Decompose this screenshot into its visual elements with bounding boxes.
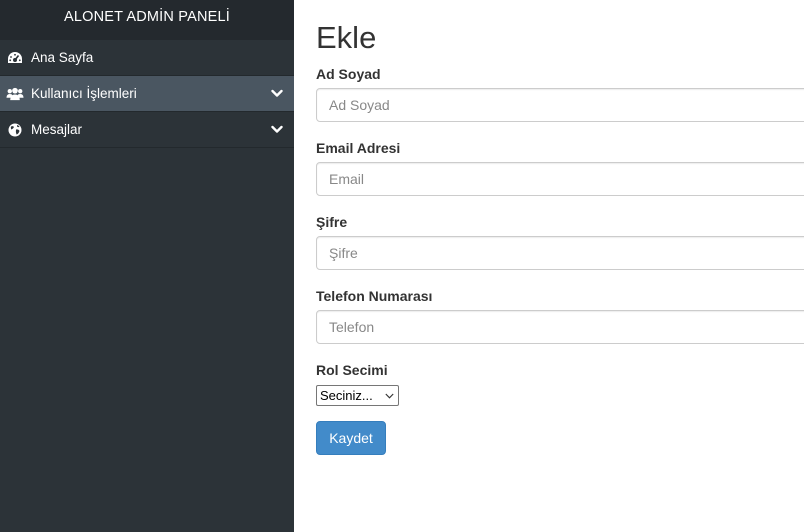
- sidebar-item-ana-sayfa[interactable]: Ana Sayfa: [0, 40, 294, 76]
- role-select[interactable]: Seciniz...: [316, 385, 399, 406]
- globe-icon: [6, 122, 24, 138]
- password-label: Şifre: [316, 214, 348, 230]
- name-label: Ad Soyad: [316, 66, 381, 82]
- dashboard-icon: [6, 50, 24, 66]
- brand-title: ALONET ADMİN PANELİ: [0, 0, 294, 40]
- name-input[interactable]: [316, 88, 804, 122]
- email-field-group: Email Adresi: [316, 140, 804, 196]
- sidebar-item-label: Ana Sayfa: [31, 50, 94, 65]
- password-input[interactable]: [316, 236, 804, 270]
- password-field-group: Şifre: [316, 214, 804, 270]
- chevron-down-icon: [382, 393, 396, 399]
- phone-label: Telefon Numarası: [316, 288, 433, 304]
- chevron-down-icon[interactable]: [270, 123, 284, 137]
- phone-field-group: Telefon Numarası: [316, 288, 804, 344]
- save-button[interactable]: Kaydet: [316, 421, 386, 455]
- sidebar: ALONET ADMİN PANELİ Ana Sayfa Kullanıcı …: [0, 0, 294, 532]
- sidebar-item-label: Kullanıcı İşlemleri: [31, 86, 137, 101]
- role-select-value: Seciniz...: [320, 388, 373, 403]
- page-title: Ekle: [316, 20, 377, 55]
- phone-input[interactable]: [316, 310, 804, 344]
- sidebar-item-label: Mesajlar: [31, 122, 83, 137]
- role-label: Rol Secimi: [316, 362, 388, 378]
- role-field-group: Rol Secimi Seciniz...: [316, 362, 804, 406]
- chevron-down-icon[interactable]: [270, 87, 284, 101]
- name-field-group: Ad Soyad: [316, 66, 804, 122]
- sidebar-item-kullanici-islemleri[interactable]: Kullanıcı İşlemleri: [0, 76, 294, 112]
- email-input[interactable]: [316, 162, 804, 196]
- sidebar-item-mesajlar[interactable]: Mesajlar: [0, 112, 294, 148]
- users-icon: [6, 86, 24, 102]
- email-label: Email Adresi: [316, 140, 401, 156]
